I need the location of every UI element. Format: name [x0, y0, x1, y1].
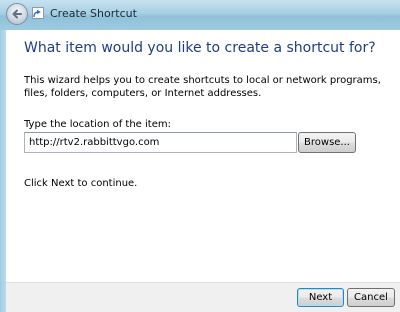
continue-instruction: Click Next to continue.: [24, 178, 138, 189]
cancel-button[interactable]: Cancel: [347, 288, 395, 307]
shortcut-icon: [32, 7, 44, 19]
wizard-heading: What item would you like to create a sho…: [24, 40, 376, 56]
back-button[interactable]: [6, 3, 28, 25]
wizard-content: What item would you like to create a sho…: [6, 30, 400, 282]
wizard-description: This wizard helps you to create shortcut…: [24, 75, 381, 99]
next-button[interactable]: Next: [297, 288, 344, 307]
title-bar: Create Shortcut: [0, 0, 400, 30]
back-arrow-icon: [12, 9, 22, 19]
browse-button[interactable]: Browse...: [298, 132, 356, 153]
location-input[interactable]: [24, 132, 297, 153]
window-title: Create Shortcut: [50, 7, 137, 20]
location-label: Type the location of the item:: [24, 119, 171, 130]
